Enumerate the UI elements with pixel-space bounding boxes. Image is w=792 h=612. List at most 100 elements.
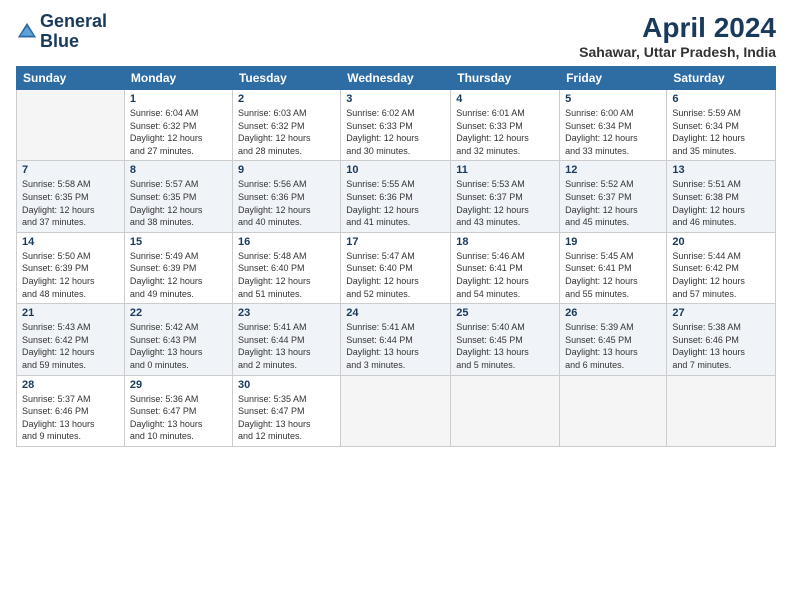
calendar-cell: 15 Sunrise: 5:49 AM Sunset: 6:39 PM Dayli… xyxy=(124,232,232,303)
calendar-cell: 18Sunrise: 5:46 AM Sunset: 6:41 PM Dayli… xyxy=(451,232,560,303)
day-number: 11 xyxy=(456,164,554,176)
day-number: 29 xyxy=(130,379,227,391)
day-info: Sunrise: 5:52 AM Sunset: 6:37 PM Dayligh… xyxy=(565,178,661,228)
day-info: Sunrise: 6:01 AM Sunset: 6:33 PM Dayligh… xyxy=(456,107,554,157)
day-number: 5 xyxy=(565,93,661,105)
calendar-cell: 9 Sunrise: 5:56 AM Sunset: 6:36 PM Daylig… xyxy=(232,161,340,232)
day-info: Sunrise: 5:39 AM Sunset: 6:45 PM Dayligh… xyxy=(565,321,661,371)
day-info: Sunrise: 5:41 AM Sunset: 6:44 PM Dayligh… xyxy=(346,321,445,371)
day-number: 6 xyxy=(672,93,770,105)
weekday-header: Friday xyxy=(560,67,667,90)
calendar-cell: 16 Sunrise: 5:48 AM Sunset: 6:40 PM Dayli… xyxy=(232,232,340,303)
calendar-cell: 20 Sunrise: 5:44 AM Sunset: 6:42 PM Dayli… xyxy=(667,232,776,303)
logo: General Blue xyxy=(16,12,107,52)
day-number: 28 xyxy=(22,379,119,391)
day-number: 10 xyxy=(346,164,445,176)
page: General Blue April 2024 Sahawar, Uttar P… xyxy=(0,0,792,612)
day-number: 7 xyxy=(22,164,119,176)
day-info: Sunrise: 5:47 AM Sunset: 6:40 PM Dayligh… xyxy=(346,250,445,300)
calendar-cell: 12 Sunrise: 5:52 AM Sunset: 6:37 PM Dayli… xyxy=(560,161,667,232)
day-number: 13 xyxy=(672,164,770,176)
logo-line1: General xyxy=(40,12,107,32)
calendar-cell: 27 Sunrise: 5:38 AM Sunset: 6:46 PM Dayli… xyxy=(667,304,776,375)
day-number: 17 xyxy=(346,236,445,248)
weekday-header: Sunday xyxy=(17,67,125,90)
day-info: Sunrise: 5:44 AM Sunset: 6:42 PM Dayligh… xyxy=(672,250,770,300)
day-number: 2 xyxy=(238,93,335,105)
day-number: 25 xyxy=(456,307,554,319)
day-number: 30 xyxy=(238,379,335,391)
weekday-header: Monday xyxy=(124,67,232,90)
logo-text: General Blue xyxy=(40,12,107,52)
calendar-cell xyxy=(667,375,776,446)
logo-icon xyxy=(16,21,38,43)
day-info: Sunrise: 5:49 AM Sunset: 6:39 PM Dayligh… xyxy=(130,250,227,300)
logo-line2: Blue xyxy=(40,32,107,52)
day-info: Sunrise: 5:38 AM Sunset: 6:46 PM Dayligh… xyxy=(672,321,770,371)
header: General Blue April 2024 Sahawar, Uttar P… xyxy=(16,12,776,60)
day-number: 14 xyxy=(22,236,119,248)
day-info: Sunrise: 5:56 AM Sunset: 6:36 PM Dayligh… xyxy=(238,178,335,228)
day-info: Sunrise: 5:57 AM Sunset: 6:35 PM Dayligh… xyxy=(130,178,227,228)
calendar-cell: 25Sunrise: 5:40 AM Sunset: 6:45 PM Dayli… xyxy=(451,304,560,375)
day-info: Sunrise: 5:53 AM Sunset: 6:37 PM Dayligh… xyxy=(456,178,554,228)
weekday-header: Tuesday xyxy=(232,67,340,90)
calendar-cell xyxy=(560,375,667,446)
subtitle: Sahawar, Uttar Pradesh, India xyxy=(579,44,776,60)
calendar-cell: 22 Sunrise: 5:42 AM Sunset: 6:43 PM Dayli… xyxy=(124,304,232,375)
calendar-cell xyxy=(17,90,125,161)
calendar-cell: 11 Sunrise: 5:53 AM Sunset: 6:37 PM Dayli… xyxy=(451,161,560,232)
day-number: 22 xyxy=(130,307,227,319)
main-title: April 2024 xyxy=(579,12,776,44)
day-info: Sunrise: 5:37 AM Sunset: 6:46 PM Dayligh… xyxy=(22,393,119,443)
day-info: Sunrise: 5:48 AM Sunset: 6:40 PM Dayligh… xyxy=(238,250,335,300)
calendar-cell: 30 Sunrise: 5:35 AM Sunset: 6:47 PM Dayli… xyxy=(232,375,340,446)
day-number: 12 xyxy=(565,164,661,176)
weekday-header: Thursday xyxy=(451,67,560,90)
day-number: 15 xyxy=(130,236,227,248)
day-info: Sunrise: 5:41 AM Sunset: 6:44 PM Dayligh… xyxy=(238,321,335,371)
calendar-cell: 5 Sunrise: 6:00 AM Sunset: 6:34 PM Daylig… xyxy=(560,90,667,161)
day-number: 4 xyxy=(456,93,554,105)
calendar-cell: 23 Sunrise: 5:41 AM Sunset: 6:44 PM Dayli… xyxy=(232,304,340,375)
day-number: 16 xyxy=(238,236,335,248)
day-info: Sunrise: 6:03 AM Sunset: 6:32 PM Dayligh… xyxy=(238,107,335,157)
calendar-cell: 24Sunrise: 5:41 AM Sunset: 6:44 PM Dayli… xyxy=(341,304,451,375)
calendar-cell: 21 Sunrise: 5:43 AM Sunset: 6:42 PM Dayli… xyxy=(17,304,125,375)
day-number: 20 xyxy=(672,236,770,248)
day-number: 8 xyxy=(130,164,227,176)
day-info: Sunrise: 5:58 AM Sunset: 6:35 PM Dayligh… xyxy=(22,178,119,228)
day-info: Sunrise: 5:45 AM Sunset: 6:41 PM Dayligh… xyxy=(565,250,661,300)
day-info: Sunrise: 5:50 AM Sunset: 6:39 PM Dayligh… xyxy=(22,250,119,300)
calendar-cell: 1 Sunrise: 6:04 AM Sunset: 6:32 PM Daylig… xyxy=(124,90,232,161)
day-number: 23 xyxy=(238,307,335,319)
day-info: Sunrise: 5:36 AM Sunset: 6:47 PM Dayligh… xyxy=(130,393,227,443)
calendar-cell: 8 Sunrise: 5:57 AM Sunset: 6:35 PM Daylig… xyxy=(124,161,232,232)
day-info: Sunrise: 5:51 AM Sunset: 6:38 PM Dayligh… xyxy=(672,178,770,228)
day-info: Sunrise: 5:42 AM Sunset: 6:43 PM Dayligh… xyxy=(130,321,227,371)
day-info: Sunrise: 5:35 AM Sunset: 6:47 PM Dayligh… xyxy=(238,393,335,443)
day-info: Sunrise: 5:43 AM Sunset: 6:42 PM Dayligh… xyxy=(22,321,119,371)
calendar-cell: 19 Sunrise: 5:45 AM Sunset: 6:41 PM Dayli… xyxy=(560,232,667,303)
day-info: Sunrise: 5:59 AM Sunset: 6:34 PM Dayligh… xyxy=(672,107,770,157)
day-info: Sunrise: 6:02 AM Sunset: 6:33 PM Dayligh… xyxy=(346,107,445,157)
day-number: 1 xyxy=(130,93,227,105)
calendar-cell: 3 Sunrise: 6:02 AM Sunset: 6:33 PM Daylig… xyxy=(341,90,451,161)
day-number: 21 xyxy=(22,307,119,319)
day-number: 9 xyxy=(238,164,335,176)
title-block: April 2024 Sahawar, Uttar Pradesh, India xyxy=(579,12,776,60)
calendar-cell: 29 Sunrise: 5:36 AM Sunset: 6:47 PM Dayli… xyxy=(124,375,232,446)
day-info: Sunrise: 6:00 AM Sunset: 6:34 PM Dayligh… xyxy=(565,107,661,157)
day-number: 18 xyxy=(456,236,554,248)
calendar-cell: 14 Sunrise: 5:50 AM Sunset: 6:39 PM Dayli… xyxy=(17,232,125,303)
day-number: 26 xyxy=(565,307,661,319)
weekday-header: Wednesday xyxy=(341,67,451,90)
calendar-cell: 4 Sunrise: 6:01 AM Sunset: 6:33 PM Daylig… xyxy=(451,90,560,161)
calendar-cell: 10Sunrise: 5:55 AM Sunset: 6:36 PM Dayli… xyxy=(341,161,451,232)
calendar-cell xyxy=(341,375,451,446)
calendar-cell: 28 Sunrise: 5:37 AM Sunset: 6:46 PM Dayli… xyxy=(17,375,125,446)
day-number: 19 xyxy=(565,236,661,248)
day-number: 3 xyxy=(346,93,445,105)
day-number: 27 xyxy=(672,307,770,319)
day-info: Sunrise: 6:04 AM Sunset: 6:32 PM Dayligh… xyxy=(130,107,227,157)
